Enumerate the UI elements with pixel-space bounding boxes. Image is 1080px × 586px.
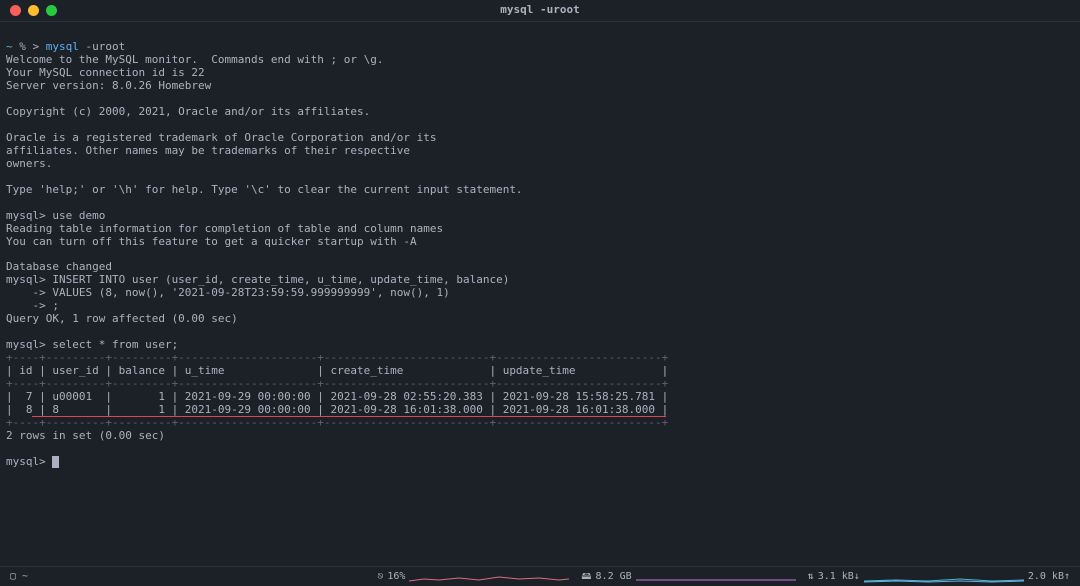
- status-memory-value: 8.2 GB: [596, 571, 632, 583]
- cpu-icon: ⎋: [377, 571, 383, 583]
- table-border: +----+---------+---------+--------------…: [6, 416, 668, 429]
- table-row: | 7 | u00001 | 1 | 2021-09-29 00:00:00 |…: [6, 390, 668, 403]
- mysql-ok: Query OK, 1 row affected (0.00 sec): [6, 312, 238, 325]
- status-left[interactable]: ▢ ~: [10, 571, 28, 583]
- mysql-insert-line: mysql> INSERT INTO user (user_id, create…: [6, 273, 509, 286]
- network-icon: ⇅: [808, 571, 814, 583]
- titlebar: mysql -uroot: [0, 0, 1080, 22]
- prompt-separator: % >: [13, 40, 46, 53]
- cpu-sparkline: [409, 571, 569, 583]
- statusbar: ▢ ~ ⎋ 16% 🖴 8.2 GB ⇅ 3.1 kB↓ 2.0 kB↑: [0, 566, 1080, 586]
- mysql-use-cmd: mysql> use demo: [6, 209, 105, 222]
- table-row-highlighted: | 8 | 8 | 1 | 2021-09-29 00:00:00 | 2021…: [6, 404, 668, 417]
- table-border: +----+---------+---------+--------------…: [6, 351, 668, 364]
- mysql-prompt-text: mysql>: [6, 455, 52, 468]
- table-header: | id | user_id | balance | u_time | crea…: [6, 364, 668, 377]
- status-network[interactable]: ⇅ 3.1 kB↓ 2.0 kB↑: [808, 571, 1070, 583]
- prompt-command: mysql: [46, 40, 79, 53]
- welcome-line: affiliates. Other names may be trademark…: [6, 144, 410, 157]
- mysql-msg: Database changed: [6, 260, 112, 273]
- status-cpu[interactable]: ⎋ 16%: [377, 571, 569, 583]
- mysql-insert-line: -> VALUES (8, now(), '2021-09-28T23:59:5…: [6, 286, 450, 299]
- maximize-icon[interactable]: [46, 5, 57, 16]
- prompt-args: -uroot: [79, 40, 125, 53]
- network-sparkline: [864, 571, 1024, 583]
- cursor: [52, 456, 59, 468]
- close-icon[interactable]: [10, 5, 21, 16]
- minimize-icon[interactable]: [28, 5, 39, 16]
- status-memory[interactable]: 🖴 8.2 GB: [581, 571, 795, 583]
- welcome-line: Copyright (c) 2000, 2021, Oracle and/or …: [6, 105, 370, 118]
- status-left-text: ▢ ~: [10, 571, 28, 583]
- highlight-underline: [32, 416, 666, 418]
- mysql-insert-line: -> ;: [6, 299, 59, 312]
- mysql-prompt: mysql>: [6, 455, 59, 468]
- table-footer: 2 rows in set (0.00 sec): [6, 429, 165, 442]
- welcome-line: Welcome to the MySQL monitor. Commands e…: [6, 53, 384, 66]
- memory-sparkline: [636, 571, 796, 583]
- table-border: +----+---------+---------+--------------…: [6, 377, 668, 390]
- status-net-up: 2.0 kB↑: [1028, 571, 1070, 583]
- prompt-home: ~: [6, 40, 13, 53]
- welcome-line: owners.: [6, 157, 52, 170]
- memory-icon: 🖴: [581, 571, 591, 583]
- welcome-line: Type 'help;' or '\h' for help. Type '\c'…: [6, 183, 523, 196]
- status-net-down: 3.1 kB↓: [818, 571, 860, 583]
- prompt-line: ~ % > mysql -uroot: [6, 40, 125, 53]
- welcome-line: Your MySQL connection id is 22: [6, 66, 205, 79]
- mysql-msg: You can turn off this feature to get a q…: [6, 235, 417, 248]
- welcome-line: Oracle is a registered trademark of Orac…: [6, 131, 436, 144]
- welcome-line: Server version: 8.0.26 Homebrew: [6, 79, 211, 92]
- mysql-msg: Reading table information for completion…: [6, 222, 443, 235]
- traffic-lights: [0, 5, 57, 16]
- status-cpu-value: 16%: [387, 571, 405, 583]
- window-title: mysql -uroot: [500, 4, 579, 17]
- terminal-output[interactable]: ~ % > mysql -uroot Welcome to the MySQL …: [0, 22, 1080, 469]
- mysql-select-cmd: mysql> select * from user;: [6, 338, 178, 351]
- table-row-content: | 8 | 8 | 1 | 2021-09-29 00:00:00 | 2021…: [6, 403, 668, 416]
